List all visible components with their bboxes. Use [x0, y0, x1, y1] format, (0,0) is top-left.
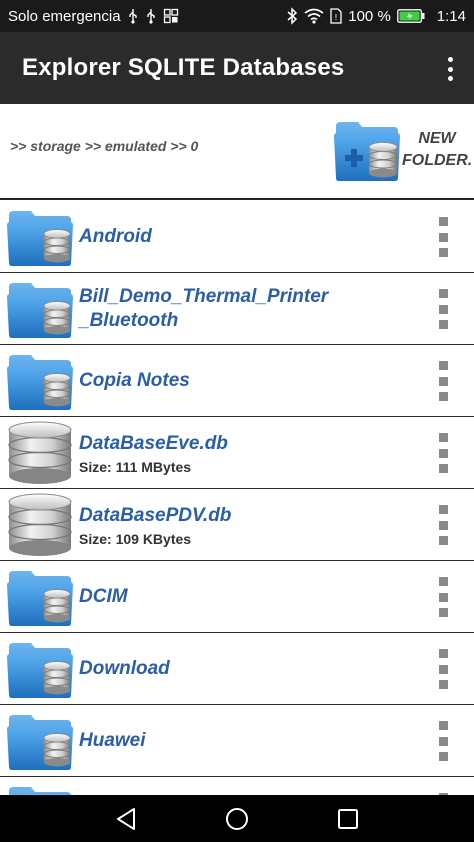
file-name: Android — [79, 226, 152, 247]
app-bar: Explorer SQLITE Databases — [0, 32, 474, 104]
status-left: Solo emergencia — [8, 8, 179, 25]
file-name: DataBasePDV.db — [79, 504, 232, 526]
recents-icon[interactable] — [334, 805, 362, 833]
list-item[interactable]: Bill_Demo_Thermal_Printer _Bluetooth — [0, 273, 474, 345]
file-list[interactable]: Android Bill_Demo_Thermal_Printer _Bluet… — [0, 201, 474, 795]
list-item[interactable]: DataBaseEve.db Size: 111 MBytes — [0, 417, 474, 489]
home-icon[interactable] — [223, 805, 251, 833]
battery-text: 100 % — [348, 7, 391, 25]
file-name: DCIM — [79, 586, 128, 607]
item-menu-icon[interactable] — [436, 217, 450, 257]
overflow-menu-icon[interactable] — [440, 54, 460, 84]
list-item[interactable]: DataBasePDV.db Size: 109 KBytes — [0, 489, 474, 561]
list-item[interactable]: Copia Notes — [0, 345, 474, 417]
usb-icon — [145, 8, 157, 24]
folder-database-icon — [5, 709, 75, 773]
svg-text:!: ! — [335, 13, 338, 22]
file-name: Huawei — [79, 730, 146, 751]
gallery-icon — [163, 8, 179, 24]
list-item[interactable]: DCIM — [0, 561, 474, 633]
folder-database-icon — [5, 205, 75, 269]
carrier-text: Solo emergencia — [8, 7, 121, 25]
breadcrumb: >> storage >> emulated >> 0 — [10, 138, 199, 154]
list-item[interactable]: Android — [0, 201, 474, 273]
database-icon — [5, 421, 75, 485]
item-menu-icon[interactable] — [436, 433, 450, 473]
new-folder-icon — [334, 122, 400, 181]
folder-database-icon — [5, 637, 75, 701]
status-bar: Solo emergencia ! 100 % 1:14 — [0, 0, 474, 32]
bluetooth-icon — [286, 7, 298, 25]
path-bar: >> storage >> emulated >> 0 NEW FOLDER. — [0, 104, 474, 200]
wifi-icon — [304, 8, 324, 24]
list-item[interactable]: Huawei — [0, 705, 474, 777]
item-menu-icon[interactable] — [436, 721, 450, 761]
item-menu-icon[interactable] — [436, 577, 450, 617]
back-icon[interactable] — [112, 805, 140, 833]
folder-database-icon — [5, 565, 75, 629]
clock-text: 1:14 — [436, 7, 466, 25]
file-name: Download — [79, 658, 170, 679]
folder-database-icon — [5, 349, 75, 413]
item-menu-icon[interactable] — [436, 361, 450, 401]
file-size: Size: 109 KBytes — [79, 530, 192, 547]
usb-icon — [127, 8, 139, 24]
file-name: Bill_Demo_Thermal_Printer _Bluetooth — [79, 286, 329, 331]
app-title: Explorer SQLITE Databases — [22, 54, 345, 81]
item-menu-icon[interactable] — [436, 289, 450, 329]
folder-database-icon — [5, 277, 75, 341]
file-name: DataBaseEve.db — [79, 432, 228, 454]
navigation-bar — [0, 795, 474, 842]
database-icon — [5, 493, 75, 557]
status-right: ! 100 % 1:14 — [286, 7, 466, 25]
item-menu-icon[interactable] — [436, 649, 450, 689]
list-item[interactable]: Download — [0, 633, 474, 705]
sim-icon: ! — [330, 8, 342, 24]
battery-icon — [396, 9, 425, 23]
folder-database-icon — [5, 781, 75, 795]
new-folder-button[interactable]: NEW FOLDER. — [332, 114, 472, 188]
new-folder-label: NEW FOLDER. — [402, 130, 473, 169]
list-item-partial[interactable] — [0, 777, 474, 795]
file-name: Copia Notes — [79, 370, 190, 391]
item-menu-icon[interactable] — [436, 505, 450, 545]
file-size: Size: 111 MBytes — [79, 458, 192, 475]
